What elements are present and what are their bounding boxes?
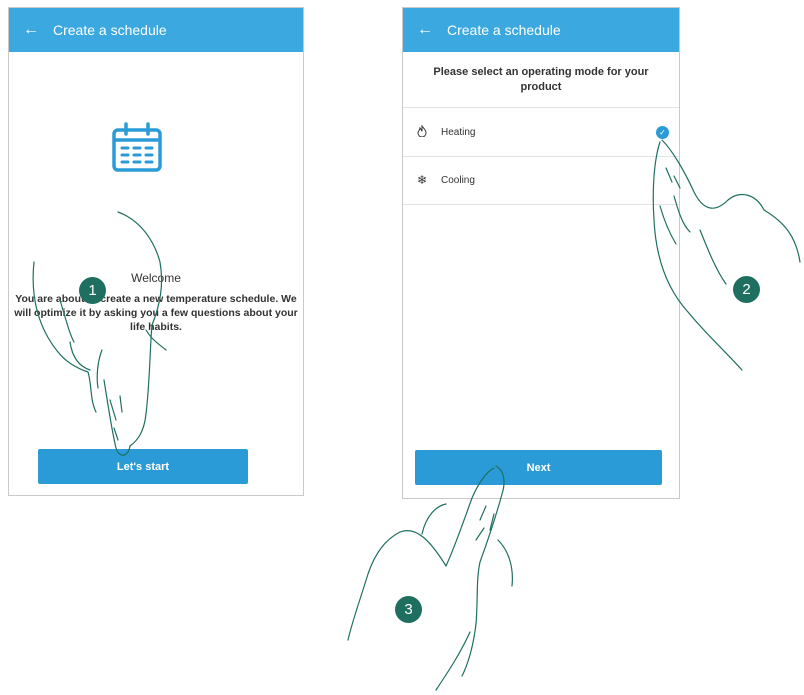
back-arrow-icon[interactable]: ← — [9, 8, 53, 52]
step-badge-2: 2 — [733, 276, 760, 303]
step-badge-1: 1 — [79, 277, 106, 304]
welcome-description: You are about to create a new temperatur… — [14, 293, 298, 333]
app-bar: ← Create a schedule — [403, 8, 679, 52]
hand-pointer-3 — [347, 465, 513, 691]
mode-label: Heating — [441, 126, 476, 138]
page-title: Create a schedule — [447, 22, 561, 38]
phone-screen-welcome: ← Create a schedule Welcome You are abou… — [8, 7, 304, 496]
lets-start-button[interactable]: Let's start — [38, 449, 248, 484]
phone-screen-mode: ← Create a schedule Please select an ope… — [402, 7, 680, 499]
back-arrow-icon[interactable]: ← — [403, 8, 447, 52]
welcome-heading: Welcome — [131, 271, 181, 285]
mode-prompt: Please select an operating mode for your… — [433, 66, 649, 93]
check-icon: ✓ — [656, 126, 669, 139]
mode-option-cooling[interactable]: ❄ Cooling — [403, 156, 679, 205]
snowflake-icon: ❄ — [416, 173, 428, 187]
calendar-icon — [112, 122, 162, 172]
mode-option-heating[interactable]: Heating ✓ — [403, 107, 679, 157]
step-badge-3: 3 — [395, 596, 422, 623]
mode-label: Cooling — [441, 174, 475, 186]
next-button[interactable]: Next — [415, 450, 662, 485]
page-title: Create a schedule — [53, 22, 167, 38]
app-bar: ← Create a schedule — [9, 8, 303, 52]
flame-icon — [403, 123, 441, 140]
